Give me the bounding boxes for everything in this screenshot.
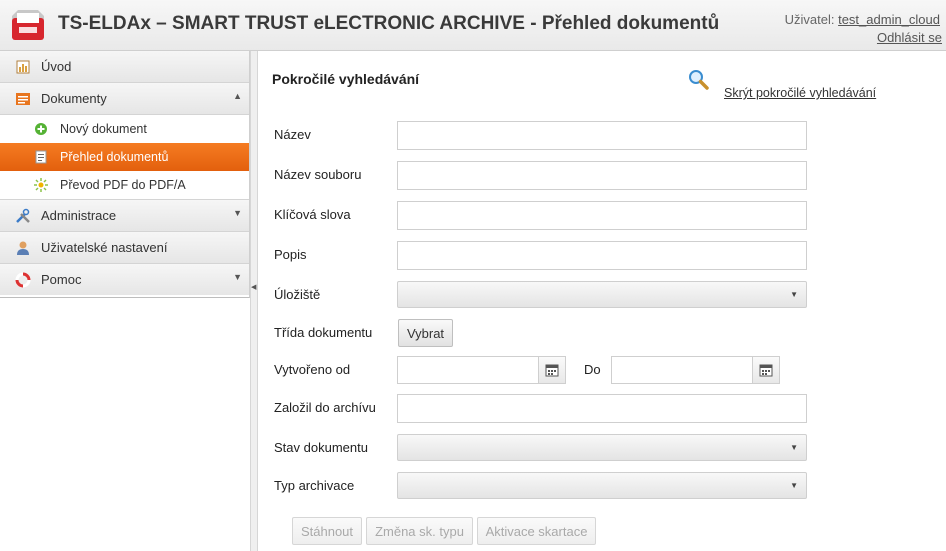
sidebar: Úvod Dokumenty ▲ Nový dokument Přehled d… bbox=[0, 51, 250, 298]
user-name-link[interactable]: test_admin_cloud bbox=[838, 12, 940, 27]
page-title: TS-ELDAx – SMART TRUST eLECTRONIC ARCHIV… bbox=[58, 13, 720, 34]
app-logo-icon bbox=[12, 10, 44, 40]
sidebar-subitem-label: Převod PDF do PDF/A bbox=[60, 178, 186, 192]
description-label: Popis bbox=[274, 247, 307, 262]
doc-state-label: Stav dokumentu bbox=[274, 440, 368, 455]
keywords-label: Klíčová slova bbox=[274, 207, 351, 222]
sidebar-item-dokumenty[interactable]: Dokumenty ▲ bbox=[0, 83, 249, 115]
dropdown-arrow-icon: ▼ bbox=[790, 481, 798, 490]
chevron-down-icon[interactable]: ▼ bbox=[233, 208, 242, 218]
sidebar-item-uzivatelske-nastaveni[interactable]: Uživatelské nastavení bbox=[0, 232, 249, 264]
user-icon bbox=[17, 241, 29, 255]
dropdown-arrow-icon: ▼ bbox=[790, 443, 798, 452]
documents-icon bbox=[16, 93, 30, 105]
logout-link[interactable]: Odhlásit se bbox=[877, 30, 942, 45]
download-button[interactable]: Stáhnout bbox=[292, 517, 362, 545]
sidebar-collapse-handle[interactable]: ◀ bbox=[250, 51, 258, 551]
sidebar-item-pomoc[interactable]: Pomoc ▼ bbox=[0, 264, 249, 295]
app-header: TS-ELDAx – SMART TRUST eLECTRONIC ARCHIV… bbox=[0, 0, 946, 51]
hide-advanced-search-link[interactable]: Skrýt pokročilé vyhledávání bbox=[724, 86, 876, 100]
name-label: Název bbox=[274, 127, 311, 142]
archived-by-input[interactable] bbox=[397, 394, 807, 423]
lifebuoy-icon bbox=[15, 272, 31, 288]
archive-type-label: Typ archivace bbox=[274, 478, 355, 493]
sidebar-subitem-novy-dokument[interactable]: Nový dokument bbox=[0, 115, 249, 143]
sidebar-subitem-prevod-pdf[interactable]: Převod PDF do PDF/A bbox=[0, 171, 249, 200]
calendar-icon[interactable] bbox=[752, 357, 779, 383]
sidebar-item-label: Administrace bbox=[41, 208, 117, 223]
filename-label: Název souboru bbox=[274, 167, 362, 182]
archive-type-select[interactable]: ▼ bbox=[397, 472, 807, 499]
change-type-button[interactable]: Změna sk. typu bbox=[366, 517, 473, 545]
activate-shredding-button[interactable]: Aktivace skartace bbox=[477, 517, 596, 545]
created-from-field[interactable] bbox=[397, 356, 566, 384]
sidebar-item-label: Dokumenty bbox=[41, 91, 107, 106]
storage-select[interactable]: ▼ bbox=[397, 281, 807, 308]
home-icon bbox=[16, 60, 30, 74]
sidebar-subitem-prehled-dokumentu[interactable]: Přehled dokumentů bbox=[0, 143, 249, 171]
filename-input[interactable] bbox=[397, 161, 807, 190]
select-doc-class-button[interactable]: Vybrat bbox=[398, 319, 453, 347]
sidebar-subitem-label: Přehled dokumentů bbox=[60, 150, 169, 164]
doc-state-select[interactable]: ▼ bbox=[397, 434, 807, 461]
search-icon[interactable] bbox=[688, 69, 710, 91]
chevron-up-icon[interactable]: ▲ bbox=[233, 91, 242, 101]
sidebar-item-label: Úvod bbox=[41, 59, 72, 74]
tools-icon bbox=[16, 208, 30, 223]
convert-icon bbox=[34, 178, 48, 192]
user-label: Uživatel: bbox=[784, 12, 835, 27]
storage-label: Úložiště bbox=[274, 287, 321, 302]
collapse-left-icon: ◀ bbox=[251, 284, 257, 291]
sidebar-item-label: Pomoc bbox=[41, 272, 82, 287]
sidebar-item-administrace[interactable]: Administrace ▼ bbox=[0, 200, 249, 232]
advanced-search-panel: Pokročilé vyhledávání Skrýt pokročilé vy… bbox=[258, 51, 946, 551]
user-info: Uživatel: test_admin_cloud bbox=[785, 12, 940, 27]
add-icon bbox=[35, 123, 47, 135]
sidebar-item-label: Uživatelské nastavení bbox=[41, 240, 168, 255]
section-title: Pokročilé vyhledávání bbox=[272, 71, 420, 87]
sidebar-item-uvod[interactable]: Úvod bbox=[0, 51, 249, 83]
doc-class-label: Třída dokumentu bbox=[274, 325, 373, 340]
archived-by-label: Založil do archívu bbox=[274, 400, 376, 415]
keywords-input[interactable] bbox=[397, 201, 807, 230]
created-from-label: Vytvořeno od bbox=[274, 362, 351, 377]
sidebar-subitem-label: Nový dokument bbox=[60, 122, 147, 136]
dropdown-arrow-icon: ▼ bbox=[790, 290, 798, 299]
calendar-icon[interactable] bbox=[538, 357, 565, 383]
chevron-down-icon[interactable]: ▼ bbox=[233, 272, 242, 282]
name-input[interactable] bbox=[397, 121, 807, 150]
created-to-label: Do bbox=[584, 362, 601, 377]
description-input[interactable] bbox=[397, 241, 807, 270]
created-to-field[interactable] bbox=[611, 356, 780, 384]
document-list-icon bbox=[35, 150, 47, 164]
